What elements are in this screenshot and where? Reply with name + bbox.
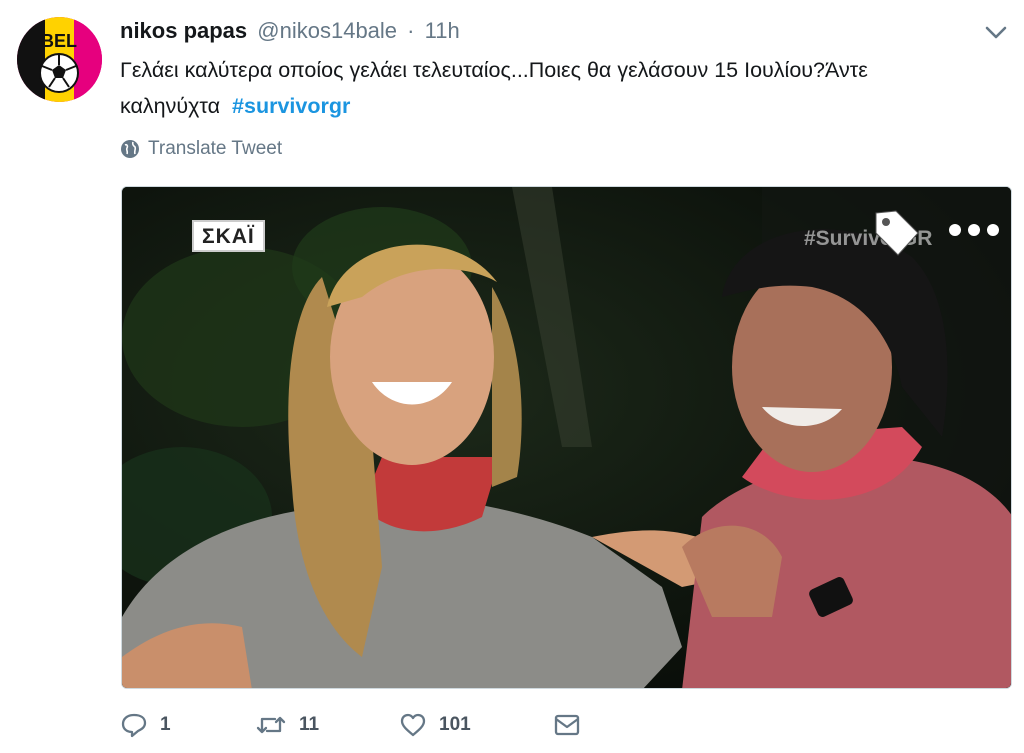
avatar-logo: BEL <box>17 17 102 102</box>
envelope-icon <box>554 714 580 736</box>
separator-dot: · <box>407 18 415 43</box>
like-count: 101 <box>439 714 471 735</box>
reply-button[interactable]: 1 <box>120 712 255 738</box>
user-name[interactable]: nikos papas <box>120 18 247 43</box>
retweet-button[interactable]: 11 <box>255 712 399 738</box>
video-frame <box>122 187 1011 688</box>
heart-icon <box>400 713 426 737</box>
hashtag-link[interactable]: #survivorgr <box>232 94 350 118</box>
translate-label: Translate Tweet <box>148 138 283 159</box>
tweet: BEL nikos papas @nikos14bale · 11h Γελάε… <box>0 0 1024 753</box>
like-button[interactable]: 101 <box>399 712 553 738</box>
media-image[interactable]: ΣΚΑΪ #SurvivorGR <box>121 186 1012 689</box>
more-options-icon[interactable] <box>948 223 1000 237</box>
user-handle[interactable]: @nikos14bale <box>257 18 397 43</box>
tweet-header: nikos papas @nikos14bale · 11h <box>120 16 460 46</box>
chevron-down-icon[interactable] <box>983 22 1009 42</box>
retweet-count: 11 <box>299 714 320 735</box>
retweet-icon <box>256 716 286 734</box>
tweet-text: Γελάει καλύτερα οποίος γελάει τελευταίος… <box>120 52 1010 124</box>
reply-count: 1 <box>160 714 171 735</box>
tag-icon[interactable] <box>870 207 922 259</box>
channel-logo: ΣΚΑΪ <box>192 220 265 252</box>
translate-tweet-link[interactable]: Translate Tweet <box>120 137 282 161</box>
avatar-text: BEL <box>41 31 77 51</box>
tweet-actions: 1 11 101 <box>120 712 581 738</box>
direct-message-button[interactable] <box>553 712 581 738</box>
avatar[interactable]: BEL <box>17 17 102 102</box>
globe-icon <box>121 140 139 158</box>
reply-icon <box>121 713 147 738</box>
tweet-timestamp[interactable]: 11h <box>425 18 460 43</box>
